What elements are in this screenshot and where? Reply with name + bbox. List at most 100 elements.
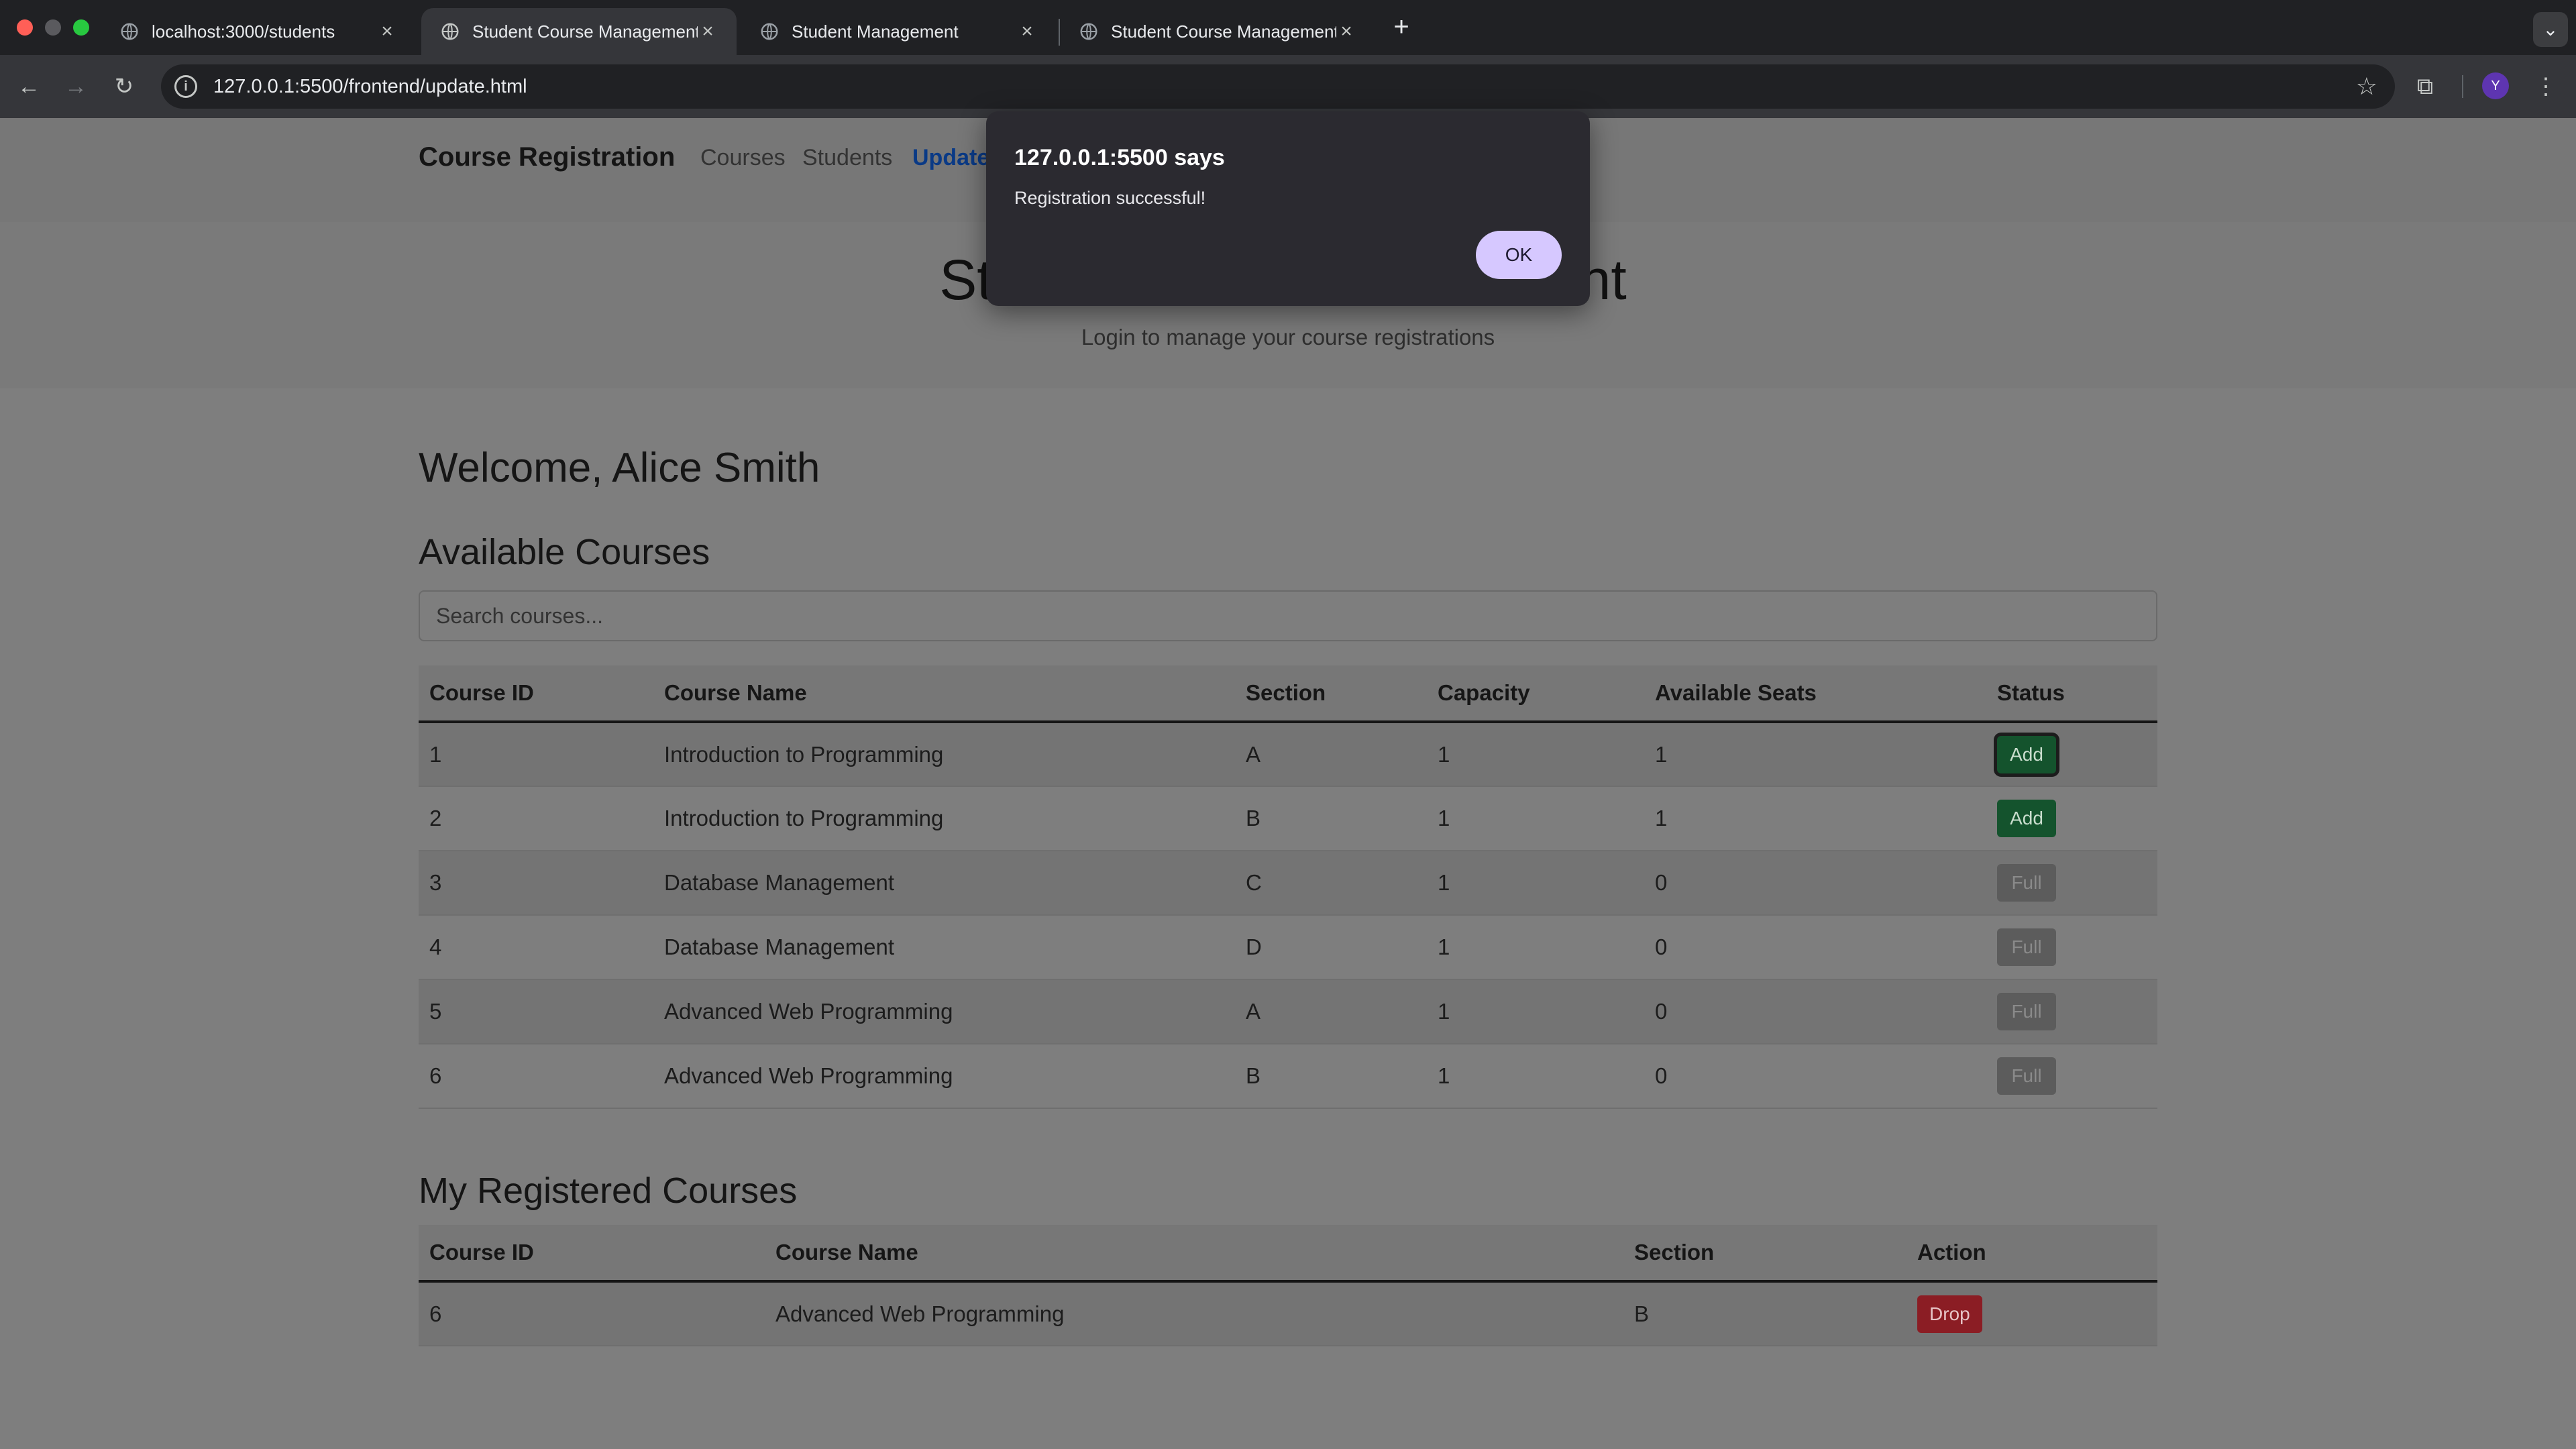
course-id-cell: 4: [419, 915, 653, 980]
tab-search-chevron-icon[interactable]: ⌄: [2533, 12, 2568, 47]
full-status-button[interactable]: Full: [1997, 864, 2056, 902]
tab-title: localhost:3000/students: [152, 21, 335, 42]
header-course-name: Course Name: [653, 665, 1235, 723]
globe-icon: [1080, 23, 1097, 40]
full-status-button[interactable]: Full: [1997, 928, 2056, 966]
browser-tab-strip: localhost:3000/students × Student Course…: [0, 0, 2576, 55]
tab-title: Student Management: [792, 21, 959, 42]
status-cell: Full: [1986, 851, 2157, 916]
table-row: 2 Introduction to Programming B 1 1 Add: [419, 786, 2157, 851]
browser-tab[interactable]: Student Course Management ×: [1060, 8, 1375, 55]
nav-link-courses[interactable]: Courses: [700, 145, 786, 171]
header-section: Section: [1235, 665, 1427, 723]
course-id-cell: 2: [419, 786, 653, 851]
window-close-control[interactable]: [17, 19, 33, 36]
capacity-cell: 1: [1427, 786, 1644, 851]
course-name-cell: Database Management: [653, 915, 1235, 980]
header-action: Action: [1907, 1225, 2157, 1283]
section-cell: B: [1623, 1281, 1907, 1346]
close-tab-icon[interactable]: ×: [377, 20, 397, 43]
seats-cell: 1: [1644, 722, 1986, 787]
dialog-message: Registration successful!: [1014, 188, 1206, 208]
status-cell: Add: [1986, 722, 2157, 787]
address-bar[interactable]: i 127.0.0.1:5500/frontend/update.html ☆: [161, 64, 2395, 109]
seats-cell: 0: [1644, 915, 1986, 980]
globe-icon: [441, 23, 459, 40]
forward-arrow-icon[interactable]: →: [59, 70, 93, 103]
table-header-row: Course ID Course Name Section Action: [419, 1225, 2157, 1283]
available-courses-table: Course ID Course Name Section Capacity A…: [419, 665, 2157, 1109]
section-cell: A: [1235, 979, 1427, 1044]
course-id-cell: 6: [419, 1044, 653, 1109]
new-tab-icon[interactable]: +: [1386, 12, 1417, 43]
section-cell: B: [1235, 1044, 1427, 1109]
course-name-cell: Advanced Web Programming: [653, 979, 1235, 1044]
seats-cell: 0: [1644, 1044, 1986, 1109]
registered-courses-table: Course ID Course Name Section Action 6 A…: [419, 1225, 2157, 1346]
browser-tab-active[interactable]: Student Course Management ×: [421, 8, 737, 55]
nav-link-update[interactable]: Update: [912, 145, 989, 171]
seats-cell: 1: [1644, 786, 1986, 851]
course-name-cell: Advanced Web Programming: [653, 1044, 1235, 1109]
course-id-cell: 3: [419, 851, 653, 916]
close-tab-icon[interactable]: ×: [1017, 20, 1037, 43]
seats-cell: 0: [1644, 851, 1986, 916]
header-section: Section: [1623, 1225, 1907, 1283]
add-course-button[interactable]: Add: [1997, 735, 2056, 773]
back-arrow-icon[interactable]: ←: [12, 70, 46, 103]
tab-title: Student Course Management: [472, 21, 698, 42]
extensions-puzzle-icon[interactable]: ⧉: [2408, 70, 2442, 103]
search-courses-input[interactable]: [419, 590, 2157, 641]
section-cell: C: [1235, 851, 1427, 916]
alert-dialog: 127.0.0.1:5500 says Registration success…: [986, 111, 1590, 306]
capacity-cell: 1: [1427, 979, 1644, 1044]
capacity-cell: 1: [1427, 851, 1644, 916]
globe-icon: [121, 23, 138, 40]
header-available-seats: Available Seats: [1644, 665, 1986, 723]
close-tab-icon[interactable]: ×: [1336, 20, 1356, 43]
status-cell: Full: [1986, 1044, 2157, 1109]
reload-icon[interactable]: ↻: [107, 70, 141, 103]
table-row: 4 Database Management D 1 0 Full: [419, 915, 2157, 980]
add-course-button[interactable]: Add: [1997, 800, 2056, 837]
address-url: 127.0.0.1:5500/frontend/update.html: [213, 75, 527, 97]
course-name-cell: Introduction to Programming: [653, 722, 1235, 787]
web-page: Course Registration Courses Students Upd…: [0, 118, 2576, 1449]
table-row: 3 Database Management C 1 0 Full: [419, 851, 2157, 916]
hero-subtitle: Login to manage your course registration…: [1081, 325, 1495, 350]
seats-cell: 0: [1644, 979, 1986, 1044]
header-capacity: Capacity: [1427, 665, 1644, 723]
site-brand[interactable]: Course Registration: [419, 142, 675, 172]
header-course-id: Course ID: [419, 1225, 765, 1283]
browser-toolbar: ← → ↻ i 127.0.0.1:5500/frontend/update.h…: [0, 55, 2576, 118]
table-row: 1 Introduction to Programming A 1 1 Add: [419, 722, 2157, 787]
window-zoom-control[interactable]: [73, 19, 89, 36]
status-cell: Full: [1986, 979, 2157, 1044]
close-tab-icon[interactable]: ×: [698, 20, 718, 43]
header-course-id: Course ID: [419, 665, 653, 723]
ok-button[interactable]: OK: [1476, 231, 1562, 279]
full-status-button[interactable]: Full: [1997, 993, 2056, 1030]
bookmark-star-icon[interactable]: ☆: [2356, 72, 2377, 101]
browser-tab[interactable]: localhost:3000/students ×: [101, 8, 416, 55]
course-name-cell: Introduction to Programming: [653, 786, 1235, 851]
status-cell: Full: [1986, 915, 2157, 980]
site-info-icon[interactable]: i: [174, 75, 197, 98]
table-header-row: Course ID Course Name Section Capacity A…: [419, 665, 2157, 723]
profile-avatar[interactable]: Y: [2482, 72, 2509, 99]
capacity-cell: 1: [1427, 915, 1644, 980]
table-row: 6 Advanced Web Programming B 1 0 Full: [419, 1044, 2157, 1109]
drop-course-button[interactable]: Drop: [1917, 1295, 1982, 1333]
dialog-title: 127.0.0.1:5500 says: [1014, 145, 1225, 170]
chrome-menu-icon[interactable]: ⋮: [2529, 70, 2563, 103]
registered-courses-heading: My Registered Courses: [419, 1171, 798, 1211]
header-course-name: Course Name: [765, 1225, 1623, 1283]
table-row: 6 Advanced Web Programming B Drop: [419, 1281, 2157, 1346]
course-name-cell: Database Management: [653, 851, 1235, 916]
tab-title: Student Course Management: [1111, 21, 1336, 42]
nav-link-students[interactable]: Students: [802, 145, 892, 171]
toolbar-divider: [2462, 75, 2463, 98]
full-status-button[interactable]: Full: [1997, 1057, 2056, 1095]
window-minimize-control[interactable]: [45, 19, 61, 36]
browser-tab[interactable]: Student Management ×: [741, 8, 1056, 55]
